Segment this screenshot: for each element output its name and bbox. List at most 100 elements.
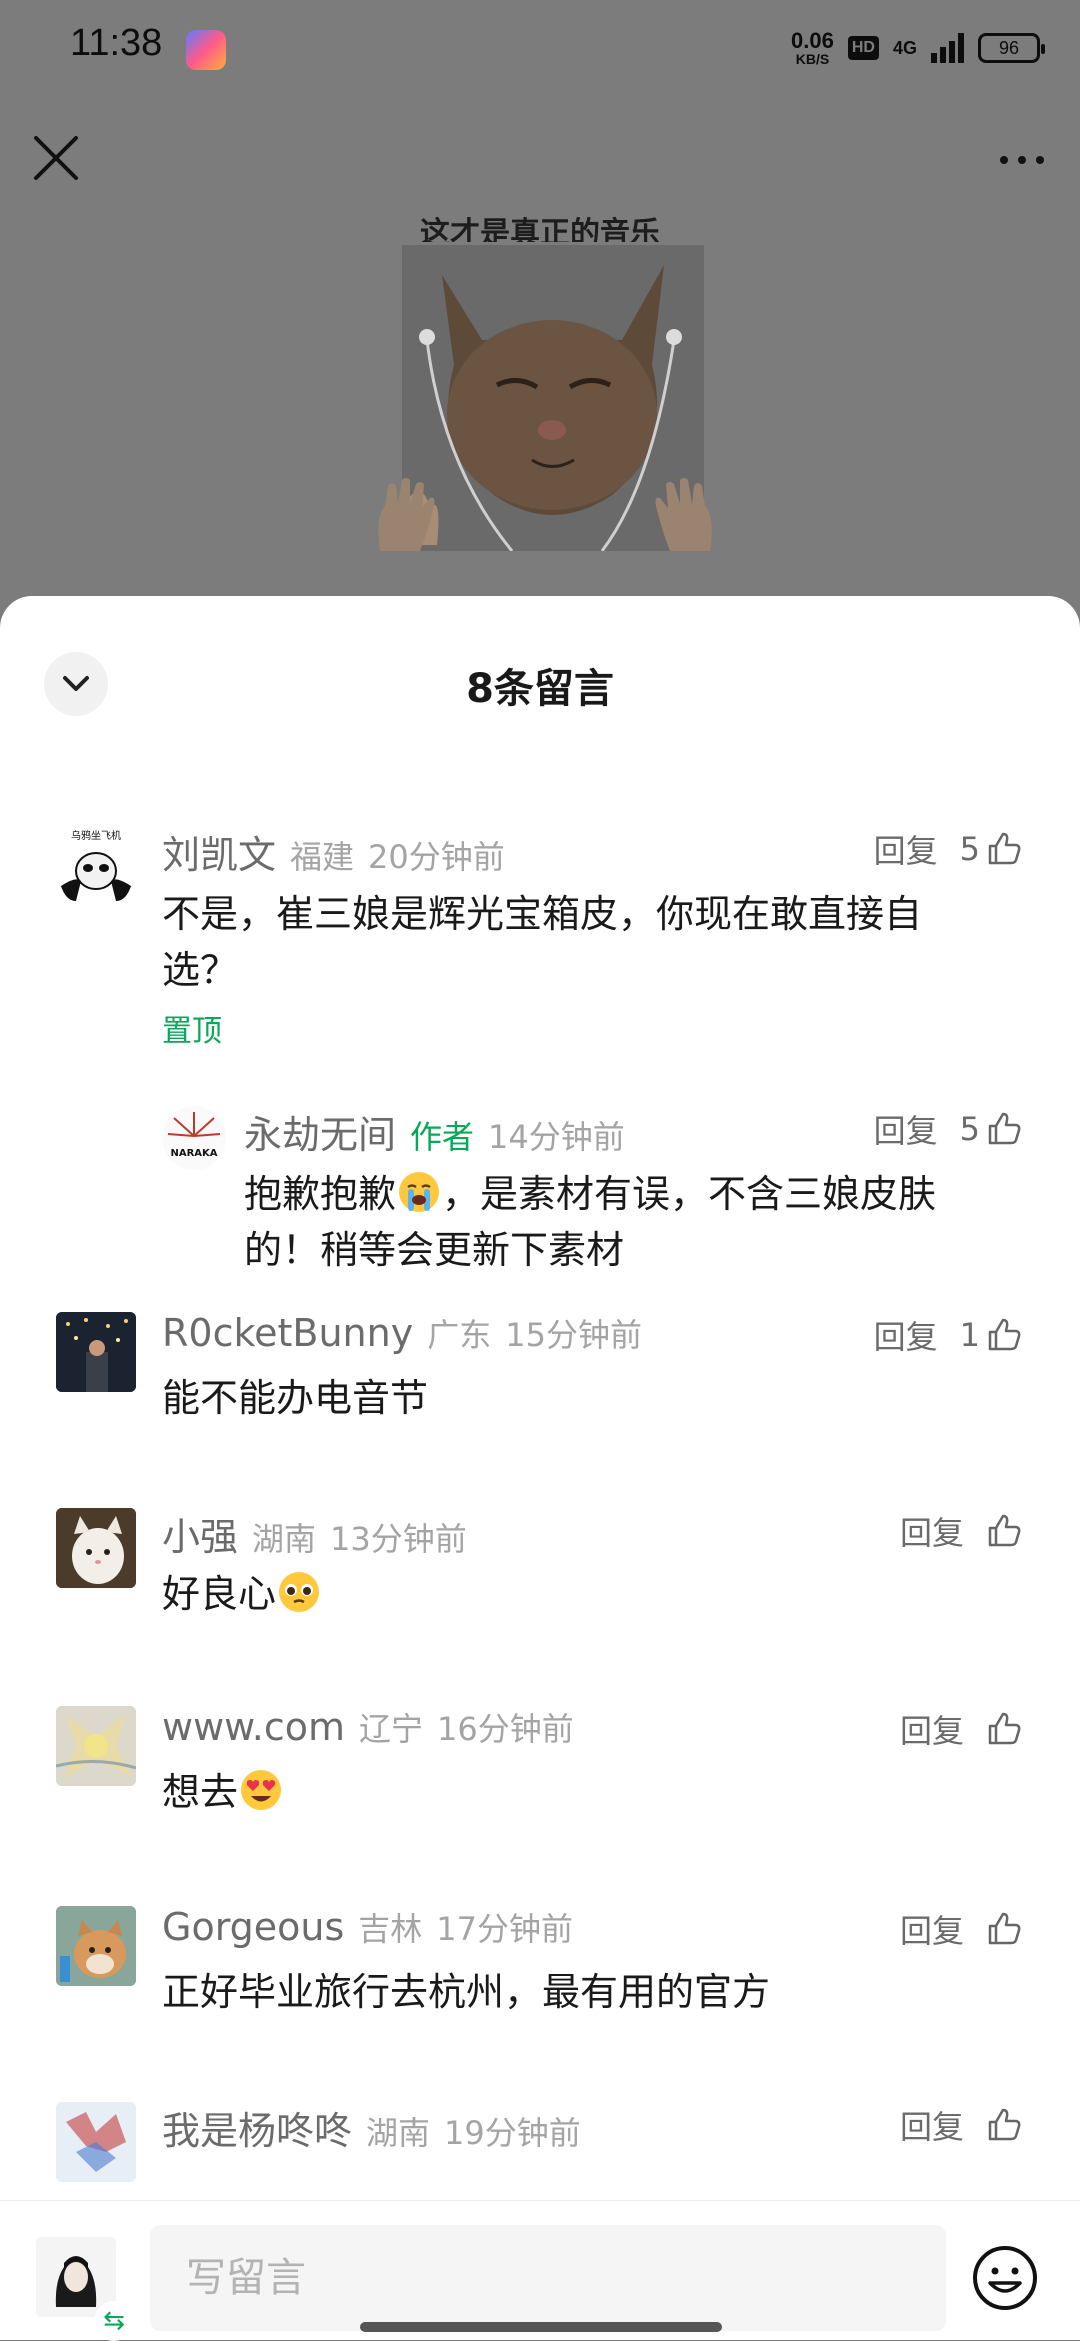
comment-author-name[interactable]: Gorgeous <box>162 1905 344 1949</box>
comment-text: 正好毕业旅行去杭州，最有用的官方 <box>162 1970 771 2014</box>
comment-text: 不是，崔三娘是辉光宝箱皮，你现在敢直接自选？ <box>162 892 923 992</box>
switch-identity-button[interactable]: ⇆ <box>94 2301 134 2341</box>
home-indicator[interactable] <box>360 2322 722 2332</box>
comment-text-part: 想去 <box>162 1770 239 1814</box>
comment-author-name[interactable]: www.com <box>162 1705 345 1749</box>
signal-icon <box>931 33 964 63</box>
status-bar: 11:38 0.06 KB/S HD 4G 96 <box>0 0 1080 96</box>
app-notification-icon <box>186 30 226 70</box>
reply-button[interactable]: 回复 <box>874 826 938 872</box>
comment-time: 20分钟前 <box>368 838 505 876</box>
status-indicators: 0.06 KB/S HD 4G 96 <box>791 26 1045 70</box>
hand-left-icon <box>378 478 435 551</box>
thumbs-up-icon <box>988 1712 1021 1745</box>
avatar[interactable] <box>56 1706 136 1786</box>
comment-actions: 回复 5 <box>874 1106 1022 1152</box>
comment-time: 15分钟前 <box>505 1316 642 1354</box>
like-button[interactable] <box>986 1513 1022 1549</box>
comment-time: 17分钟前 <box>436 1910 574 1948</box>
comment-location: 吉林 <box>358 1910 423 1948</box>
network-speed: 0.06 KB/S <box>791 30 834 67</box>
comment-header: www.com 辽宁 16分钟前 <box>162 1704 574 1750</box>
comment-location: 辽宁 <box>359 1710 424 1748</box>
comment-time: 13分钟前 <box>330 1520 467 1558</box>
reply-button[interactable]: 回复 <box>874 1106 938 1152</box>
like-count: 1 <box>959 1316 980 1354</box>
heart-eyes-face-icon <box>241 1770 282 1810</box>
comment-author-name[interactable]: 刘凯文 <box>162 824 276 879</box>
avatar[interactable] <box>56 1508 136 1588</box>
comments-count-title: 8条留言 <box>466 666 614 712</box>
comment-actions: 回复 <box>900 1706 1022 1752</box>
avatar[interactable] <box>56 1906 136 1986</box>
emoji-picker-icon[interactable] <box>970 2243 1040 2313</box>
comment-location: 湖南 <box>252 1520 317 1558</box>
comment-item: 我是杨咚咚 湖南 19分钟前 回复 <box>0 2096 1080 2200</box>
network-speed-unit: KB/S <box>795 51 830 67</box>
reply-button[interactable]: 回复 <box>874 1312 938 1358</box>
comment-location: 广东 <box>427 1316 492 1354</box>
reply-button[interactable]: 回复 <box>900 1508 964 1554</box>
svg-text:乌鸦坐飞机: 乌鸦坐飞机 <box>71 829 121 842</box>
comment-text-part: ，是素材有误，不含三娘皮肤 <box>442 1172 937 1216</box>
comment-text-part: 抱歉抱歉 <box>244 1172 397 1216</box>
avatar[interactable]: 乌鸦坐飞机 <box>56 826 136 906</box>
close-icon[interactable] <box>28 130 84 186</box>
pleading-face-icon <box>279 1572 320 1612</box>
comment-author-name[interactable]: 永劫无间 <box>244 1104 396 1159</box>
reply-button[interactable]: 回复 <box>900 1906 964 1952</box>
thumbs-up-icon <box>988 1514 1021 1547</box>
like-button[interactable] <box>986 1711 1022 1747</box>
comment-actions: 回复 1 <box>874 1312 1022 1358</box>
comment-header: R0cketBunny 广东 15分钟前 <box>162 1310 642 1356</box>
comment-actions: 回复 <box>900 2102 1022 2148</box>
thumbs-up-icon <box>988 1912 1021 1945</box>
hand-right-icon <box>655 478 712 551</box>
article-image-caption: 这才是真正的音乐 <box>420 216 660 242</box>
article-background: 11:38 0.06 KB/S HD 4G 96 这才是真正的音乐 <box>0 0 1080 640</box>
comment-item: 小强 湖南 13分钟前 回复 好良心 <box>0 1502 1080 1616</box>
like-button[interactable]: 1 <box>960 1316 1022 1354</box>
comment-text-part: 的！稍等会更新下素材 <box>244 1228 625 1272</box>
comment-header: 小强 湖南 13分钟前 <box>162 1506 467 1561</box>
reply-button[interactable]: 回复 <box>900 1706 964 1752</box>
avatar[interactable] <box>56 2102 136 2182</box>
comment-header: 刘凯文 福建 20分钟前 <box>162 824 505 879</box>
comment-item: 乌鸦坐飞机 刘凯文 福建 20分钟前 回复 5 不是，崔三娘是辉光宝箱皮，你现在… <box>0 816 1080 1049</box>
more-options-icon[interactable] <box>992 140 1052 180</box>
like-button[interactable]: 5 <box>960 1110 1022 1148</box>
pinned-label: 置顶 <box>162 1014 222 1049</box>
comment-item: Gorgeous 吉林 17分钟前 回复 正好毕业旅行去杭州，最有用的官方 <box>0 1900 1080 2014</box>
loudly-crying-face-icon <box>399 1172 440 1212</box>
thumbs-up-icon <box>988 832 1021 865</box>
comment-location: 湖南 <box>366 2114 431 2152</box>
svg-text:NARAKA: NARAKA <box>170 1148 217 1159</box>
thumbs-up-icon <box>988 1112 1021 1145</box>
like-button[interactable] <box>986 1911 1022 1947</box>
like-button[interactable]: 5 <box>960 830 1022 868</box>
reply-button[interactable]: 回复 <box>900 2102 964 2148</box>
comment-actions: 回复 <box>900 1508 1022 1554</box>
comment-text: 抱歉抱歉 ，是素材有误，不含三娘皮肤 的！稍等会更新下素材 <box>244 1166 1024 1278</box>
status-time: 11:38 <box>70 22 163 64</box>
comment-text-part: 好良心 <box>162 1572 277 1616</box>
comment-author-name[interactable]: 我是杨咚咚 <box>162 2100 352 2155</box>
avatar[interactable]: NARAKA <box>162 1106 226 1170</box>
thumbs-up-icon <box>988 2108 1021 2141</box>
like-count: 5 <box>959 830 980 868</box>
comment-author-name[interactable]: 小强 <box>162 1506 238 1561</box>
comment-location: 福建 <box>290 838 355 876</box>
battery-icon: 96 <box>978 33 1045 63</box>
like-count: 5 <box>959 1110 980 1148</box>
comment-text: 好良心 <box>162 1566 992 1622</box>
comment-time: 19分钟前 <box>444 2114 581 2152</box>
comment-actions: 回复 <box>900 1906 1022 1952</box>
comment-author-name[interactable]: R0cketBunny <box>162 1311 413 1355</box>
hd-icon: HD <box>847 36 879 60</box>
comment-item: R0cketBunny 广东 15分钟前 回复 1 能不能办电音节 <box>0 1306 1080 1420</box>
comment-input[interactable] <box>150 2225 946 2331</box>
network-type: 4G <box>892 37 917 58</box>
comment-input-bar: ⇆ <box>0 2200 1080 2341</box>
avatar[interactable] <box>56 1312 136 1392</box>
like-button[interactable] <box>986 2107 1022 2143</box>
